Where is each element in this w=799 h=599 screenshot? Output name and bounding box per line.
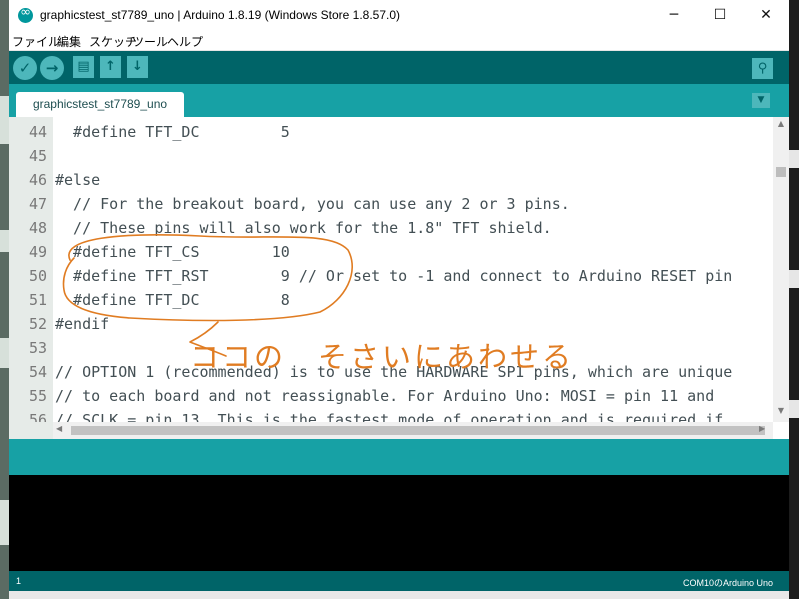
code-line[interactable]: 53 [9, 336, 55, 360]
menu-edit[interactable]: 編集 [57, 33, 81, 50]
arduino-ide-window: graphicstest_st7789_uno | Arduino 1.8.19… [9, 0, 789, 599]
window-bottom-edge [9, 591, 789, 599]
status-line-number: 1 [16, 576, 22, 586]
upload-button[interactable]: → [40, 56, 64, 80]
toolbar: ✓ → ▤ ↑ ↓ ⚲ [9, 51, 789, 84]
code-line[interactable]: 46 #else [9, 168, 100, 192]
scroll-up-icon[interactable]: ▲ [773, 119, 789, 128]
maximize-button[interactable]: ☐ [697, 0, 743, 31]
scroll-right-icon[interactable]: ▶ [759, 424, 765, 433]
menu-bar: ファイル 編集 スケッチ ツール ヘルプ [9, 31, 789, 51]
console-output[interactable] [9, 475, 789, 571]
menu-help[interactable]: ヘルプ [167, 33, 203, 50]
window-title: graphicstest_st7789_uno | Arduino 1.8.19… [40, 8, 401, 22]
scroll-left-icon[interactable]: ◀ [56, 424, 62, 433]
menu-file[interactable]: ファイル [12, 33, 60, 50]
code-line[interactable]: 52 #endif [9, 312, 109, 336]
open-sketch-button[interactable]: ↑ [100, 56, 121, 78]
tab-graphicstest-st7789-uno[interactable]: graphicstest_st7789_uno [16, 92, 184, 117]
verify-button[interactable]: ✓ [13, 56, 37, 80]
tab-menu-button[interactable]: ▼ [752, 93, 770, 108]
code-line[interactable]: 45 [9, 144, 55, 168]
code-line[interactable]: 48 // These pins will also work for the … [9, 216, 552, 240]
code-line[interactable]: 49 #define TFT_CS 10 [9, 240, 290, 264]
code-line[interactable]: 55// to each board and not reassignable.… [9, 384, 714, 408]
new-sketch-button[interactable]: ▤ [73, 56, 94, 78]
message-bar [9, 439, 789, 475]
close-button[interactable]: ✕ [743, 0, 789, 31]
code-line[interactable]: 47 // For the breakout board, you can us… [9, 192, 570, 216]
status-bar: 1 COM10のArduino Uno [9, 571, 789, 591]
code-line[interactable]: 50 #define TFT_RST 9 // Or set to -1 and… [9, 264, 732, 288]
title-bar: graphicstest_st7789_uno | Arduino 1.8.19… [9, 0, 789, 31]
menu-tools[interactable]: ツール [132, 33, 168, 50]
annotation-text: ココの そさいにあわせる [190, 340, 575, 374]
desktop-background-left [0, 0, 9, 599]
code-line[interactable]: 56// SCLK = pin 13. This is the fastest … [9, 408, 723, 422]
minimize-button[interactable]: ─ [651, 0, 697, 31]
horizontal-scrollbar[interactable]: ◀ ▶ [53, 422, 773, 439]
code-line[interactable]: 44 #define TFT_DC 5 [9, 120, 290, 144]
vertical-scrollbar[interactable]: ▲ ▼ [773, 117, 789, 422]
desktop-background-right [789, 0, 799, 599]
horizontal-scroll-thumb[interactable] [71, 426, 765, 435]
code-area[interactable]: 44 #define TFT_DC 5 45 46 #else 47 // For… [9, 120, 773, 422]
code-line[interactable]: 51 #define TFT_DC 8 [9, 288, 290, 312]
vertical-scroll-thumb[interactable] [776, 167, 786, 177]
status-board-port: COM10のArduino Uno [682, 578, 773, 588]
scroll-down-icon[interactable]: ▼ [773, 406, 789, 415]
code-editor[interactable]: 44 #define TFT_DC 5 45 46 #else 47 // For… [9, 117, 789, 439]
arduino-logo-icon [18, 5, 33, 23]
menu-sketch[interactable]: スケッチ [89, 33, 137, 50]
save-sketch-button[interactable]: ↓ [127, 56, 148, 78]
tab-bar: graphicstest_st7789_uno ▼ [9, 84, 789, 117]
serial-monitor-button[interactable]: ⚲ [752, 58, 773, 79]
